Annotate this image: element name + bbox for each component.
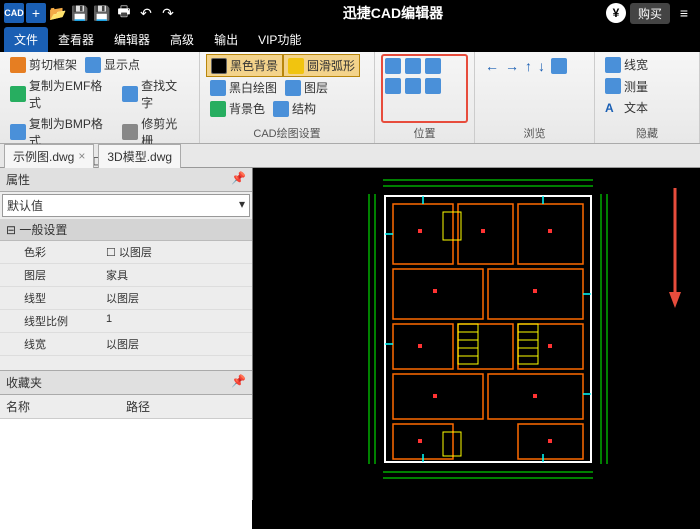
tab-editor[interactable]: 编辑器 bbox=[104, 27, 160, 52]
tab-vip[interactable]: VIP功能 bbox=[248, 27, 311, 52]
ribbon-group-hide: 线宽 测量 A文本 隐藏 bbox=[595, 52, 700, 143]
prop-row-linetype[interactable]: 线型以图层 bbox=[0, 287, 252, 310]
open-icon[interactable]: 📂 bbox=[48, 3, 68, 23]
structure-icon bbox=[273, 101, 289, 117]
points-icon bbox=[85, 57, 101, 73]
emf-icon bbox=[10, 86, 26, 102]
bgcolor-icon bbox=[210, 101, 226, 117]
doctab-example[interactable]: 示例图.dwg× bbox=[4, 144, 94, 168]
app-logo: CAD bbox=[4, 3, 24, 23]
floorplan-drawing bbox=[363, 174, 613, 484]
menu-icon[interactable]: ≡ bbox=[674, 3, 694, 23]
btn-find-text[interactable]: 查找文字 bbox=[118, 75, 193, 113]
tab-advanced[interactable]: 高级 bbox=[160, 27, 204, 52]
group-label-hide: 隐藏 bbox=[601, 123, 693, 143]
sidebar: 属性 📌 默认值 ▾ ⊟ 一般设置 色彩☐ 以图层 图层家具 线型以图层 线型比… bbox=[0, 168, 253, 500]
bw-icon bbox=[210, 80, 226, 96]
path-column: 路径 bbox=[126, 398, 246, 415]
ribbon-group-browse: ← → ↑ ↓ 浏览 bbox=[475, 52, 595, 143]
btn-black-bg[interactable]: 黑色背景 bbox=[206, 54, 283, 77]
redo-icon[interactable]: ↷ bbox=[158, 3, 178, 23]
group-label-cad: CAD绘图设置 bbox=[206, 123, 368, 143]
btn-show-points[interactable]: 显示点 bbox=[81, 54, 144, 75]
btn-smooth-arc[interactable]: 圆滑弧形 bbox=[283, 54, 360, 77]
btn-text[interactable]: A文本 bbox=[601, 97, 652, 118]
linewidth-icon bbox=[605, 57, 621, 73]
group-label-browse: 浏览 bbox=[481, 123, 588, 143]
menu-tabs: 文件 查看器 编辑器 高级 输出 VIP功能 bbox=[0, 26, 700, 52]
arc-icon bbox=[288, 58, 304, 74]
default-value-dropdown[interactable]: 默认值 ▾ bbox=[2, 194, 250, 217]
measure-icon bbox=[605, 78, 621, 94]
btn-linewidth[interactable]: 线宽 bbox=[601, 54, 652, 75]
new-icon[interactable]: + bbox=[26, 3, 46, 23]
tab-file[interactable]: 文件 bbox=[4, 27, 48, 52]
pos-icon-4[interactable] bbox=[385, 78, 401, 94]
buy-button[interactable]: 购买 bbox=[630, 3, 670, 24]
nav-up-icon[interactable]: ↑ bbox=[525, 58, 532, 74]
ribbon: 剪切框架 显示点 复制为EMF格式 查找文字 复制为BMP格式 修剪光栅 工具 … bbox=[0, 52, 700, 144]
pos-icon-3[interactable] bbox=[425, 58, 441, 74]
crop-icon bbox=[10, 57, 26, 73]
chevron-down-icon: ▾ bbox=[239, 197, 245, 214]
drawing-canvas[interactable] bbox=[253, 168, 700, 500]
save-icon[interactable]: 💾 bbox=[70, 3, 90, 23]
ribbon-group-position: 位置 bbox=[375, 52, 475, 143]
title-bar: CAD + 📂 💾 💾 🖶 ↶ ↷ 迅捷CAD编辑器 ¥ 购买 ≡ bbox=[0, 0, 700, 26]
main-area: 属性 📌 默认值 ▾ ⊟ 一般设置 色彩☐ 以图层 图层家具 线型以图层 线型比… bbox=[0, 168, 700, 500]
print-icon[interactable]: 🖶 bbox=[114, 3, 134, 23]
name-column: 名称 bbox=[6, 398, 126, 415]
btn-copy-emf[interactable]: 复制为EMF格式 bbox=[6, 75, 118, 113]
app-title: 迅捷CAD编辑器 bbox=[180, 3, 606, 23]
text-icon: A bbox=[605, 101, 621, 115]
nav-left-icon[interactable]: ← bbox=[485, 58, 499, 74]
ribbon-group-tools: 剪切框架 显示点 复制为EMF格式 查找文字 复制为BMP格式 修剪光栅 工具 bbox=[0, 52, 200, 143]
general-settings-header[interactable]: ⊟ 一般设置 bbox=[0, 219, 252, 241]
document-tabs: 示例图.dwg× 3D模型.dwg bbox=[0, 144, 700, 168]
prop-row-ltscale[interactable]: 线型比例1 bbox=[0, 310, 252, 333]
btn-bg-color[interactable]: 背景色 bbox=[206, 98, 269, 119]
btn-layers[interactable]: 图层 bbox=[281, 77, 332, 98]
blackbg-icon bbox=[211, 58, 227, 74]
pos-icon-6[interactable] bbox=[425, 78, 441, 94]
btn-crop-frame[interactable]: 剪切框架 bbox=[6, 54, 81, 75]
doctab-3dmodel[interactable]: 3D模型.dwg bbox=[98, 144, 181, 168]
tab-output[interactable]: 输出 bbox=[204, 27, 248, 52]
nav-right-icon[interactable]: → bbox=[505, 58, 519, 74]
nav-down-icon[interactable]: ↓ bbox=[538, 58, 545, 74]
btn-measure[interactable]: 测量 bbox=[601, 76, 652, 97]
favorites-panel: 收藏夹 📌 名称 路径 bbox=[0, 370, 252, 529]
close-tab-icon[interactable]: × bbox=[78, 149, 85, 163]
prop-row-layer[interactable]: 图层家具 bbox=[0, 264, 252, 287]
properties-panel-title: 属性 📌 bbox=[0, 168, 252, 192]
favorites-columns: 名称 路径 bbox=[0, 395, 252, 419]
prop-row-lineweight[interactable]: 线宽以图层 bbox=[0, 333, 252, 356]
btn-bw-draw[interactable]: 黑白绘图 bbox=[206, 77, 281, 98]
properties-table: 色彩☐ 以图层 图层家具 线型以图层 线型比例1 线宽以图层 bbox=[0, 241, 252, 356]
prop-row-color[interactable]: 色彩☐ 以图层 bbox=[0, 241, 252, 264]
pos-icon-5[interactable] bbox=[405, 78, 421, 94]
favorites-title: 收藏夹 📌 bbox=[0, 371, 252, 395]
pin-icon[interactable]: 📌 bbox=[231, 374, 246, 391]
tab-viewer[interactable]: 查看器 bbox=[48, 27, 104, 52]
pos-icon-1[interactable] bbox=[385, 58, 401, 74]
annotation-arrow bbox=[668, 188, 682, 308]
group-label-position: 位置 bbox=[381, 123, 468, 143]
pos-icon-2[interactable] bbox=[405, 58, 421, 74]
layers-icon bbox=[285, 80, 301, 96]
trim-icon bbox=[122, 124, 138, 140]
nav-extra-icon[interactable] bbox=[551, 58, 567, 74]
favorites-list[interactable] bbox=[0, 419, 252, 529]
currency-icon[interactable]: ¥ bbox=[606, 3, 626, 23]
undo-icon[interactable]: ↶ bbox=[136, 3, 156, 23]
saveall-icon[interactable]: 💾 bbox=[92, 3, 112, 23]
bmp-icon bbox=[10, 124, 26, 140]
pin-icon[interactable]: 📌 bbox=[231, 171, 246, 188]
btn-structure[interactable]: 结构 bbox=[269, 98, 320, 119]
ribbon-group-cad-settings: 黑色背景 圆滑弧形 黑白绘图 图层 背景色 结构 CAD绘图设置 bbox=[200, 52, 375, 143]
find-icon bbox=[122, 86, 138, 102]
